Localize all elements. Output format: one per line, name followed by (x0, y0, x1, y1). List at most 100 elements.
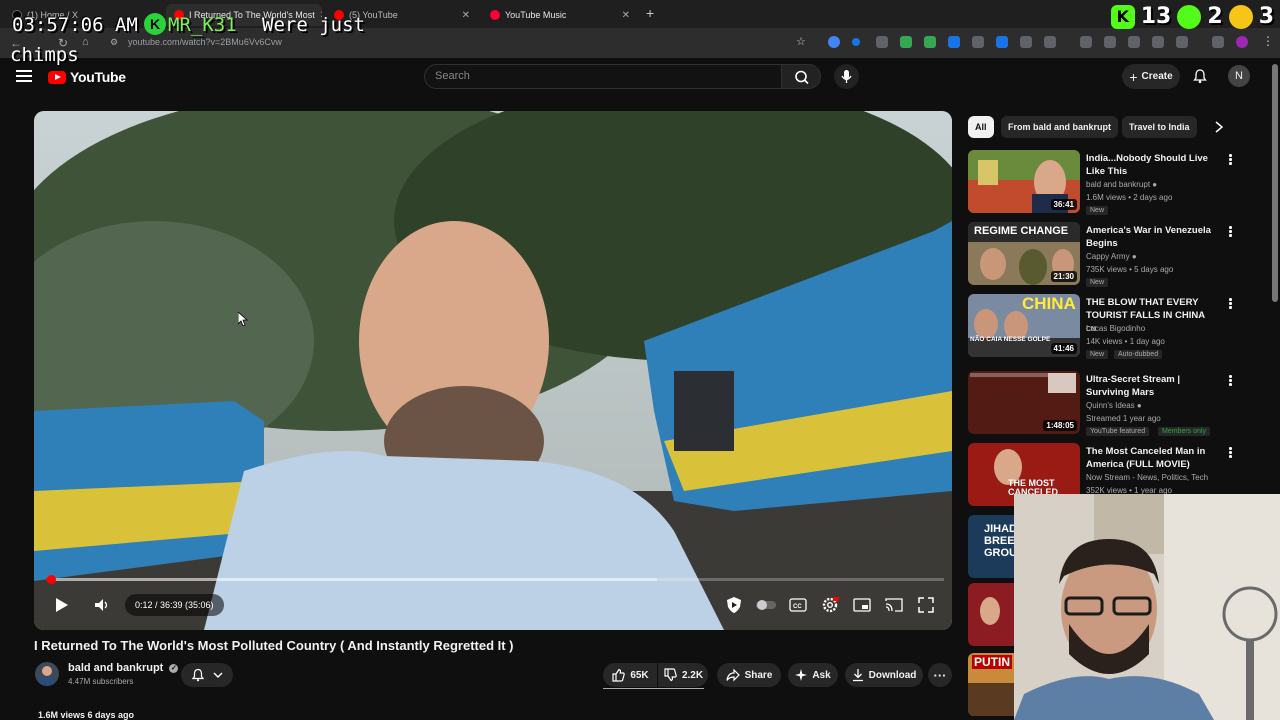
url-field[interactable]: youtube.com/watch?v=2BMu6Vv6Cvw (128, 37, 282, 47)
extension-icon[interactable] (972, 36, 984, 48)
extension-icon[interactable] (876, 36, 888, 48)
recommended-video[interactable]: REGIME CHANGE 21:30 America's War in Ven… (968, 222, 1268, 287)
site-info-icon[interactable]: ⚙ (110, 37, 118, 48)
more-vertical-icon[interactable] (1229, 375, 1232, 386)
browser-tab[interactable]: YouTube Music ✕ (482, 4, 638, 26)
channel-name-text: bald and bankrupt (68, 662, 164, 674)
chevron-right-icon (1215, 121, 1224, 133)
extension-icon[interactable] (924, 36, 936, 48)
more-vertical-icon[interactable] (1229, 298, 1232, 309)
channel-name: Now Stream - News, Politics, Tech (1086, 473, 1209, 482)
dislike-button[interactable]: 2.2K (658, 663, 708, 687)
video-duration: 36:41 (1050, 199, 1077, 210)
webcam-image (1014, 494, 1280, 720)
page-scrollbar-thumb[interactable] (1272, 64, 1278, 302)
extension-icon[interactable] (828, 36, 840, 48)
thumbnail-text: CHINA (1022, 294, 1076, 313)
devtools-icon[interactable] (1128, 36, 1140, 48)
new-badge: New (1086, 350, 1109, 359)
play-button[interactable] (48, 593, 74, 617)
home-icon[interactable]: ⌂ (82, 36, 89, 48)
channel-avatar-image (39, 666, 55, 686)
video-frame-image (34, 111, 952, 630)
share-button[interactable]: Share (717, 663, 781, 687)
youtube-logo[interactable]: YouTube (48, 69, 126, 85)
thumbnail-subtext: NÃO CAIA NESSE GOLPE (970, 336, 1051, 343)
subscribed-notifications-button[interactable] (181, 663, 233, 687)
thumbnail-text: REGIME CHANGE (974, 225, 1069, 237)
chip-all[interactable]: All (968, 116, 994, 138)
account-avatar[interactable]: N (1228, 65, 1250, 87)
sidebar-icon[interactable] (1152, 36, 1164, 48)
search-button[interactable] (781, 64, 821, 89)
mouse-cursor-icon (237, 311, 249, 331)
tab-title: YouTube Music (505, 10, 567, 20)
svg-text:CC: CC (793, 604, 802, 610)
history-icon[interactable] (1080, 36, 1092, 48)
bell-icon (191, 668, 205, 682)
autoplay-toggle[interactable] (754, 593, 778, 617)
channel-name[interactable]: bald and bankrupt ✓ (68, 662, 179, 674)
mute-button[interactable] (90, 593, 114, 617)
fullscreen-button[interactable] (914, 593, 938, 617)
video-player[interactable] (34, 111, 952, 630)
subscriber-count: 4.47M subscribers (68, 677, 134, 686)
stat-value: 2 (1207, 4, 1223, 29)
download-button[interactable]: Download (845, 663, 923, 687)
extensions-puzzle-icon[interactable] (1044, 36, 1056, 48)
channel-avatar[interactable] (35, 662, 59, 686)
auto-dubbed-badge: Auto-dubbed (1114, 350, 1163, 359)
settings-button[interactable] (818, 593, 842, 617)
extension-icon[interactable] (996, 36, 1008, 48)
more-vertical-icon[interactable] (1229, 447, 1232, 458)
more-vertical-icon[interactable] (1229, 154, 1232, 165)
verified-icon: ✓ (169, 664, 179, 673)
profile-icon[interactable] (1236, 36, 1248, 48)
sponsorblock-button[interactable] (722, 593, 746, 617)
new-badge: New (1086, 278, 1109, 287)
cast-button[interactable] (882, 593, 906, 617)
new-tab-button[interactable]: + (646, 5, 654, 21)
extension-icon[interactable] (900, 36, 912, 48)
voice-search-button[interactable] (834, 64, 859, 89)
extension-icon[interactable] (852, 38, 860, 46)
ask-button[interactable]: Ask (788, 663, 838, 687)
download-label: Download (868, 669, 917, 681)
search-input[interactable]: Search (424, 64, 782, 89)
recommended-video[interactable]: 36:41 India...Nobody Should Live Like Th… (968, 150, 1268, 215)
extension-icon[interactable] (948, 36, 960, 48)
more-horizontal-icon: ··· (933, 667, 947, 683)
browser-menu-icon[interactable]: ⋮ (1262, 34, 1274, 48)
create-button[interactable]: + Create (1122, 64, 1180, 89)
more-vertical-icon[interactable] (1229, 226, 1232, 237)
captions-icon: CC (789, 598, 807, 612)
verified-icon: ● (1152, 180, 1158, 189)
chat-message: Were just (262, 14, 365, 36)
play-icon (1177, 4, 1202, 29)
extension-icon[interactable] (1020, 36, 1032, 48)
chips-next-button[interactable] (1213, 120, 1225, 139)
notifications-bell-icon[interactable] (1192, 68, 1208, 89)
captions-button[interactable]: CC (786, 593, 810, 617)
recommended-video[interactable]: 1:48:05 Ultra-Secret Stream | Surviving … (968, 371, 1268, 436)
more-actions-button[interactable]: ··· (928, 663, 952, 687)
like-button[interactable]: 65K (603, 663, 657, 687)
reading-list-icon[interactable] (1176, 36, 1188, 48)
recommended-video[interactable]: CHINA NÃO CAIA NESSE GOLPE 41:46 THE BLO… (968, 294, 1268, 359)
gear-icon (822, 597, 839, 613)
downloads-icon[interactable] (1104, 36, 1116, 48)
cast-icon (885, 598, 903, 612)
close-tab-icon[interactable]: ✕ (622, 10, 630, 21)
miniplayer-button[interactable] (850, 593, 874, 617)
hamburger-menu-icon[interactable] (16, 70, 32, 82)
chip-travel-to-india[interactable]: Travel to India (1122, 116, 1197, 138)
channel-name: Cappy Army ● (1086, 252, 1137, 261)
autoplay-toggle-icon (756, 600, 776, 610)
sidepanel-icon[interactable] (1212, 36, 1224, 48)
chip-from-channel[interactable]: From bald and bankrupt (1001, 116, 1119, 138)
bookmark-star-icon[interactable]: ☆ (796, 35, 806, 48)
close-tab-icon[interactable]: ✕ (462, 10, 470, 21)
video-thumbnail: CHINA NÃO CAIA NESSE GOLPE 41:46 (968, 294, 1080, 357)
kick-icon: K (1110, 4, 1135, 29)
play-icon (56, 598, 68, 612)
